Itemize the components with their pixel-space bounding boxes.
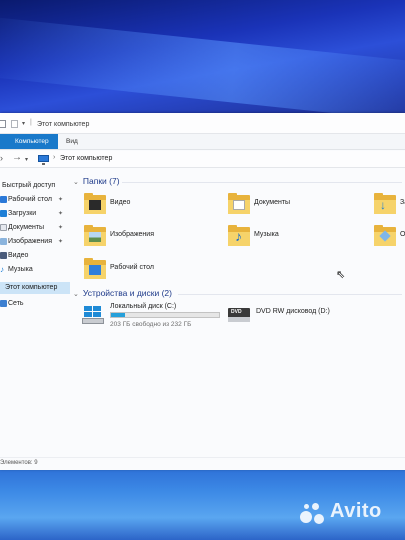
avito-watermark-text: Avito: [330, 500, 382, 522]
downloads-icon: [0, 210, 7, 217]
pin-icon: ✦: [58, 239, 64, 245]
this-pc-icon: [38, 155, 49, 165]
nav-item-label: Видео: [8, 252, 29, 259]
chevron-down-icon: ⌄: [73, 291, 79, 298]
breadcrumb-this-pc[interactable]: Этот компьютер: [60, 155, 112, 162]
nav-item-pictures[interactable]: Изображения ✦: [0, 236, 70, 248]
drive-label: Локальный диск (C:): [110, 303, 177, 310]
folder-tile-desktop[interactable]: Рабочий стол: [84, 258, 204, 284]
devices-group-header[interactable]: ⌄ Устройства и диски (2): [73, 288, 172, 298]
desktop-folder-icon: [84, 258, 106, 279]
disk-usage-fill: [111, 313, 125, 317]
folder-tile-3d-objects[interactable]: О: [374, 225, 405, 251]
windows-drive-icon: [82, 306, 104, 324]
navigation-pane: Быстрый доступ Рабочий стол ✦ Загрузки ✦…: [0, 168, 70, 458]
drive-tile-dvd-d[interactable]: DVD DVD RW дисковод (D:): [228, 302, 398, 332]
nav-quick-access[interactable]: Быстрый доступ: [0, 180, 70, 192]
new-folder-icon[interactable]: [11, 120, 18, 128]
folder-label: Рабочий стол: [110, 264, 154, 271]
tab-view[interactable]: Вид: [66, 138, 78, 145]
mouse-pointer-icon: ⇖: [336, 269, 346, 281]
nav-item-label: Загрузки: [8, 210, 37, 217]
nav-item-label: Рабочий стол: [8, 196, 52, 203]
folder-label: О: [400, 231, 405, 238]
avito-watermark: Avito: [300, 500, 400, 526]
dvd-badge: DVD: [231, 309, 242, 315]
desktop-icon: [0, 196, 7, 203]
folder-label: Музыка: [254, 231, 279, 238]
nav-item-documents[interactable]: Документы ✦: [0, 222, 70, 234]
drive-label: DVD RW дисковод (D:): [256, 308, 330, 315]
nav-item-this-pc[interactable]: Этот компьютер: [0, 282, 70, 294]
chevron-down-icon: ⌄: [73, 179, 79, 186]
forward-arrow-icon[interactable]: →: [12, 152, 22, 163]
nav-item-label: Музыка: [8, 266, 33, 273]
recent-locations-chevron-icon[interactable]: ▾: [25, 156, 28, 163]
nav-item-label: Сеть: [8, 300, 24, 307]
documents-icon: [0, 224, 7, 231]
pin-icon: ✦: [58, 197, 64, 203]
folder-tile-music[interactable]: ♪ Музыка: [228, 225, 348, 251]
dvd-drive-icon: DVD: [228, 308, 250, 322]
folder-label: За: [400, 199, 405, 206]
ribbon: Компьютер Вид: [0, 134, 405, 150]
pin-icon: ✦: [58, 225, 64, 231]
pictures-icon: [0, 238, 7, 245]
3d-objects-folder-icon: [374, 225, 396, 246]
network-icon: [0, 300, 7, 307]
disk-usage-bar: [110, 312, 220, 318]
drive-tile-local-c[interactable]: Локальный диск (C:) 203 ГБ свободно из 2…: [82, 302, 227, 332]
file-explorer-window: ▾ | Этот компьютер Компьютер Вид › → ▾ ›…: [0, 113, 405, 470]
nav-item-desktop[interactable]: Рабочий стол ✦: [0, 194, 70, 206]
nav-item-downloads[interactable]: Загрузки ✦: [0, 208, 70, 220]
nav-item-music[interactable]: ♪ Музыка: [0, 264, 70, 276]
folder-tile-downloads[interactable]: ↓ За: [374, 193, 405, 219]
title-bar: ▾ | Этот компьютер: [0, 113, 405, 134]
content-area: ⌄Папки (7) Видео Документы ↓ За: [70, 168, 405, 458]
pin-icon: ✦: [58, 211, 64, 217]
nav-item-label: Изображения: [8, 238, 52, 245]
status-item-count: Элементов: 9: [0, 460, 38, 466]
breadcrumb-separator-icon[interactable]: ›: [53, 154, 55, 161]
properties-icon[interactable]: [0, 120, 6, 128]
folder-label: Документы: [254, 199, 291, 206]
nav-item-videos[interactable]: Видео: [0, 250, 70, 262]
folder-label: Видео: [110, 199, 131, 206]
folders-header-text: Папки (7): [82, 176, 120, 186]
downloads-folder-icon: ↓: [374, 193, 396, 214]
title-separator: |: [30, 119, 32, 126]
status-bar: Элементов: 9: [0, 457, 405, 470]
quick-access-dropdown-icon[interactable]: ▾: [22, 120, 25, 127]
address-bar[interactable]: › → ▾ › Этот компьютер: [0, 151, 405, 168]
folder-tile-documents[interactable]: Документы: [228, 193, 348, 219]
nav-item-label: Этот компьютер: [5, 284, 58, 291]
documents-folder-icon: [228, 193, 250, 214]
pictures-folder-icon: [84, 225, 106, 246]
group-divider: [178, 294, 402, 295]
back-arrow-icon[interactable]: ›: [0, 153, 3, 163]
music-folder-icon: ♪: [228, 225, 250, 246]
folder-label: Изображения: [110, 231, 154, 238]
desktop-wallpaper-top: [0, 0, 405, 125]
avito-logo-icon: [300, 503, 326, 525]
devices-header-text: Устройства и диски (2): [82, 288, 172, 298]
folder-tile-pictures[interactable]: Изображения: [84, 225, 204, 251]
nav-quick-access-label: Быстрый доступ: [2, 182, 56, 189]
wallpaper-light-beam: [0, 15, 405, 125]
tab-computer[interactable]: Компьютер: [0, 134, 58, 149]
window-title: Этот компьютер: [37, 121, 90, 128]
videos-icon: [0, 252, 7, 259]
video-folder-icon: [84, 193, 106, 214]
disk-free-space-text: 203 ГБ свободно из 232 ГБ: [110, 321, 192, 328]
group-divider: [122, 182, 402, 183]
folder-tile-videos[interactable]: Видео: [84, 193, 204, 219]
music-icon: ♪: [0, 265, 4, 274]
folders-group-header[interactable]: ⌄ Папки (7): [73, 176, 120, 186]
nav-item-network[interactable]: Сеть: [0, 298, 70, 310]
nav-item-label: Документы: [8, 224, 45, 231]
